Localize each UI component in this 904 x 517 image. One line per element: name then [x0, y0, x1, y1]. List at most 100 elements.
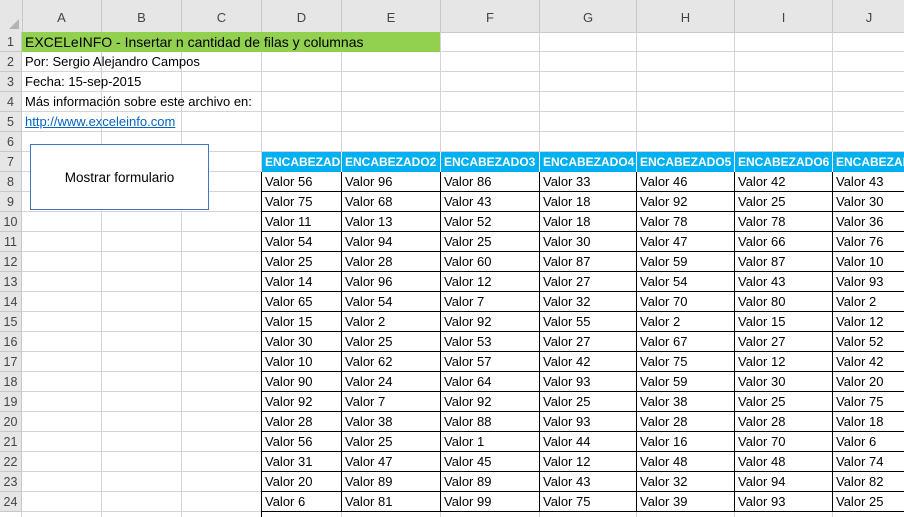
table-cell[interactable]: Valor 15: [735, 312, 833, 332]
table-cell[interactable]: Valor 28: [342, 252, 441, 272]
table-cell[interactable]: Valor 45: [441, 452, 540, 472]
column-header-b[interactable]: B: [102, 0, 182, 32]
table-header-cell[interactable]: ENCABEZADO5: [637, 152, 735, 172]
table-cell[interactable]: Valor 30: [262, 332, 342, 352]
sheet-title[interactable]: EXCELeINFO - Insertar n cantidad de fila…: [22, 32, 363, 52]
table-cell[interactable]: Valor 2: [342, 312, 441, 332]
table-cell[interactable]: Valor 75: [262, 192, 342, 212]
table-cell[interactable]: Valor 24: [342, 372, 441, 392]
row-header-19[interactable]: 19: [0, 392, 22, 412]
table-cell[interactable]: Valor 33: [540, 172, 637, 192]
table-header-cell[interactable]: ENCABEZADO1: [262, 152, 342, 172]
table-cell[interactable]: Valor 27: [540, 332, 637, 352]
row-header-15[interactable]: 15: [0, 312, 22, 332]
table-cell[interactable]: Valor 48: [735, 452, 833, 472]
row-header-4[interactable]: 4: [0, 92, 22, 112]
table-cell[interactable]: Valor 31: [262, 452, 342, 472]
table-cell[interactable]: Valor 12: [735, 352, 833, 372]
table-cell[interactable]: Valor 90: [262, 372, 342, 392]
table-cell[interactable]: Valor 2: [637, 312, 735, 332]
table-cell[interactable]: Valor 42: [540, 352, 637, 372]
table-cell[interactable]: Valor 78: [735, 212, 833, 232]
table-cell[interactable]: Valor 46: [637, 172, 735, 192]
table-cell[interactable]: Valor 62: [342, 352, 441, 372]
table-cell[interactable]: Valor 32: [540, 292, 637, 312]
table-cell[interactable]: Valor 44: [540, 432, 637, 452]
table-cell[interactable]: Valor 75: [540, 492, 637, 512]
column-header-e[interactable]: E: [342, 0, 441, 32]
table-header-cell[interactable]: ENCABEZADO7: [833, 152, 904, 172]
table-cell[interactable]: Valor 28: [735, 412, 833, 432]
table-cell[interactable]: Valor 52: [441, 212, 540, 232]
table-cell[interactable]: Valor 27: [540, 272, 637, 292]
table-cell[interactable]: Valor 43: [735, 272, 833, 292]
table-cell[interactable]: Valor 6: [262, 492, 342, 512]
table-cell[interactable]: Valor 39: [637, 492, 735, 512]
select-all-corner[interactable]: [0, 0, 23, 32]
table-cell[interactable]: Valor 47: [342, 452, 441, 472]
table-cell[interactable]: Valor 67: [637, 332, 735, 352]
table-cell[interactable]: Valor 12: [833, 312, 904, 332]
table-cell[interactable]: Valor 89: [342, 472, 441, 492]
row-header-23[interactable]: 23: [0, 472, 22, 492]
row-header-11[interactable]: 11: [0, 232, 22, 252]
table-cell[interactable]: Valor 54: [342, 292, 441, 312]
table-cell[interactable]: Valor 25: [342, 332, 441, 352]
table-cell[interactable]: Valor 52: [833, 332, 904, 352]
table-cell[interactable]: Valor 65: [262, 292, 342, 312]
table-cell[interactable]: Valor 18: [833, 412, 904, 432]
row-header-21[interactable]: 21: [0, 432, 22, 452]
date-text[interactable]: Fecha: 15-sep-2015: [22, 72, 141, 92]
row-header-22[interactable]: 22: [0, 452, 22, 472]
column-header-g[interactable]: G: [540, 0, 637, 32]
table-cell[interactable]: Valor 47: [637, 232, 735, 252]
column-header-a[interactable]: A: [22, 0, 102, 32]
table-cell[interactable]: Valor 25: [833, 492, 904, 512]
table-header-cell[interactable]: ENCABEZADO2: [342, 152, 441, 172]
row-header-9[interactable]: 9: [0, 192, 22, 212]
table-cell[interactable]: Valor 81: [342, 492, 441, 512]
row-header-16[interactable]: 16: [0, 332, 22, 352]
row-header-18[interactable]: 18: [0, 372, 22, 392]
table-cell[interactable]: Valor 18: [540, 212, 637, 232]
table-cell[interactable]: Valor 59: [637, 372, 735, 392]
table-cell[interactable]: Valor 70: [735, 432, 833, 452]
table-header-cell[interactable]: ENCABEZADO3: [441, 152, 540, 172]
column-header-h[interactable]: H: [637, 0, 735, 32]
table-cell[interactable]: Valor 7: [441, 292, 540, 312]
table-cell[interactable]: Valor 43: [833, 172, 904, 192]
row-header-5[interactable]: 5: [0, 112, 22, 132]
table-cell[interactable]: Valor 25: [262, 252, 342, 272]
table-cell[interactable]: Valor 27: [735, 332, 833, 352]
table-cell[interactable]: Valor 16: [637, 432, 735, 452]
table-cell[interactable]: Valor 38: [637, 392, 735, 412]
row-header-1[interactable]: 1: [0, 32, 22, 52]
table-cell[interactable]: Valor 36: [833, 212, 904, 232]
table-cell[interactable]: Valor 25: [735, 392, 833, 412]
table-cell[interactable]: Valor 13: [342, 212, 441, 232]
row-header-8[interactable]: 8: [0, 172, 22, 192]
table-cell[interactable]: Valor 93: [735, 492, 833, 512]
table-cell[interactable]: Valor 74: [833, 452, 904, 472]
row-header-6[interactable]: 6: [0, 132, 22, 152]
table-cell[interactable]: Valor 30: [735, 372, 833, 392]
table-cell[interactable]: Valor 2: [833, 292, 904, 312]
table-cell[interactable]: Valor 96: [342, 172, 441, 192]
column-header-j[interactable]: J: [833, 0, 904, 32]
table-cell[interactable]: Valor 11: [262, 212, 342, 232]
table-cell[interactable]: Valor 86: [441, 172, 540, 192]
row-header-13[interactable]: 13: [0, 272, 22, 292]
table-cell[interactable]: Valor 25: [540, 392, 637, 412]
table-cell[interactable]: Valor 94: [342, 232, 441, 252]
table-cell[interactable]: Valor 12: [441, 272, 540, 292]
table-cell[interactable]: Valor 30: [833, 192, 904, 212]
website-link[interactable]: http://www.exceleinfo.com: [22, 112, 175, 132]
row-header-17[interactable]: 17: [0, 352, 22, 372]
table-cell[interactable]: Valor 48: [637, 452, 735, 472]
row-header-20[interactable]: 20: [0, 412, 22, 432]
table-cell[interactable]: Valor 60: [441, 252, 540, 272]
table-cell[interactable]: Valor 92: [441, 392, 540, 412]
row-header-14[interactable]: 14: [0, 292, 22, 312]
table-cell[interactable]: Valor 75: [833, 392, 904, 412]
table-cell[interactable]: Valor 92: [441, 312, 540, 332]
